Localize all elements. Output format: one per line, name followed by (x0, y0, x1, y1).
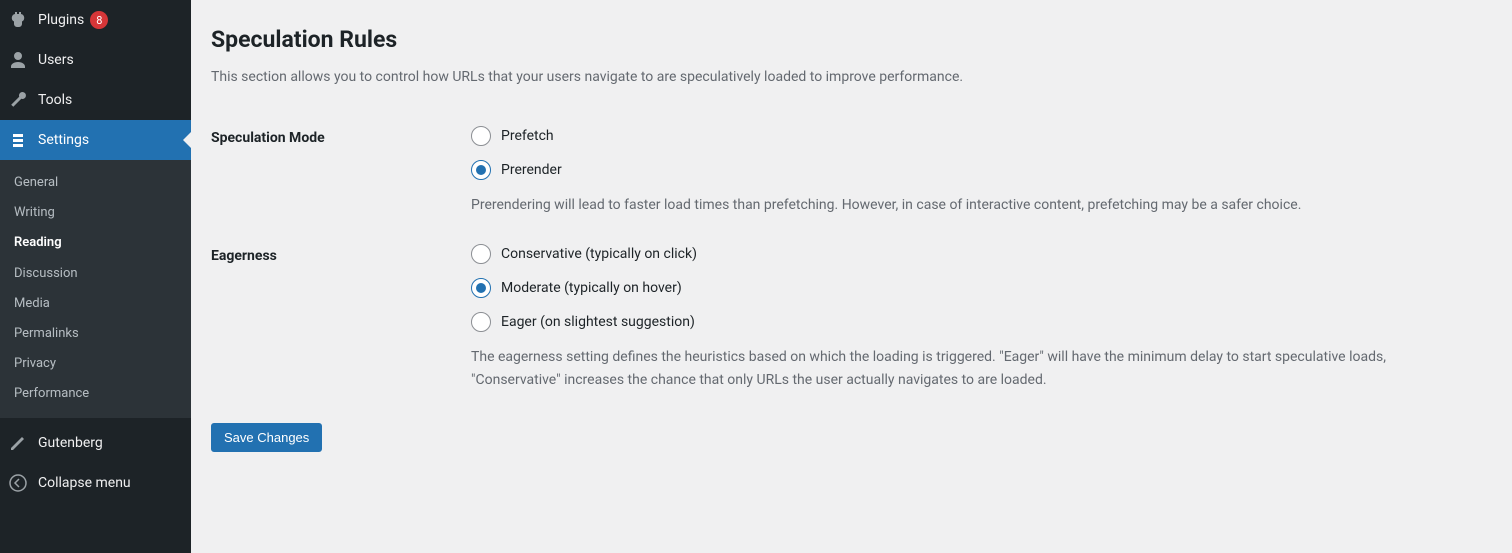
sidebar-item-settings[interactable]: Settings (0, 120, 191, 160)
radio-prerender[interactable] (471, 160, 491, 180)
sidebar-label: Tools (38, 92, 72, 108)
users-icon (8, 50, 28, 70)
settings-content: Speculation Rules This section allows yo… (191, 0, 1512, 553)
label-speculation-mode: Speculation Mode (211, 126, 471, 146)
tools-icon (8, 90, 28, 110)
radio-option-moderate[interactable]: Moderate (typically on hover) (471, 278, 1492, 298)
section-title: Speculation Rules (211, 0, 1492, 61)
submenu-media[interactable]: Media (0, 289, 191, 319)
sidebar-label: Gutenberg (38, 435, 103, 451)
radio-option-prefetch[interactable]: Prefetch (471, 126, 1492, 146)
sidebar-label: Collapse menu (38, 475, 131, 491)
radio-eager[interactable] (471, 312, 491, 332)
radio-option-conservative[interactable]: Conservative (typically on click) (471, 244, 1492, 264)
plugins-badge: 8 (90, 11, 108, 29)
radio-option-eager[interactable]: Eager (on slightest suggestion) (471, 312, 1492, 332)
sidebar-item-collapse[interactable]: Collapse menu (0, 463, 191, 503)
mode-description: Prerendering will lead to faster load ti… (471, 194, 1451, 216)
radio-prefetch[interactable] (471, 126, 491, 146)
label-eagerness: Eagerness (211, 244, 471, 264)
radio-label: Eager (on slightest suggestion) (501, 314, 695, 330)
submenu-general[interactable]: General (0, 168, 191, 198)
radio-label: Conservative (typically on click) (501, 246, 697, 262)
submenu-permalinks[interactable]: Permalinks (0, 319, 191, 349)
submenu-writing[interactable]: Writing (0, 198, 191, 228)
submenu-performance[interactable]: Performance (0, 379, 191, 409)
radio-label: Prerender (501, 162, 562, 178)
sidebar-item-gutenberg[interactable]: Gutenberg (0, 423, 191, 463)
radio-label: Prefetch (501, 128, 554, 144)
radio-moderate[interactable] (471, 278, 491, 298)
sidebar-item-users[interactable]: Users (0, 40, 191, 80)
row-eagerness: Eagerness Conservative (typically on cli… (211, 230, 1492, 405)
settings-form: Speculation Mode Prefetch Prerender Prer… (211, 112, 1492, 405)
plugin-icon (8, 10, 28, 30)
submenu-privacy[interactable]: Privacy (0, 349, 191, 379)
section-description: This section allows you to control how U… (211, 67, 1492, 88)
settings-submenu: General Writing Reading Discussion Media… (0, 160, 191, 418)
gutenberg-icon (8, 433, 28, 453)
sidebar-label: Plugins (38, 12, 84, 28)
submenu-discussion[interactable]: Discussion (0, 259, 191, 289)
radio-conservative[interactable] (471, 244, 491, 264)
radio-label: Moderate (typically on hover) (501, 280, 682, 296)
eagerness-description: The eagerness setting defines the heuris… (471, 346, 1451, 391)
sidebar-item-tools[interactable]: Tools (0, 80, 191, 120)
sidebar-label: Settings (38, 132, 89, 148)
sidebar-item-plugins[interactable]: Plugins 8 (0, 0, 191, 40)
collapse-icon (8, 473, 28, 493)
radio-option-prerender[interactable]: Prerender (471, 160, 1492, 180)
save-button[interactable]: Save Changes (211, 423, 322, 452)
submenu-reading[interactable]: Reading (0, 228, 191, 258)
settings-icon (8, 130, 28, 150)
row-speculation-mode: Speculation Mode Prefetch Prerender Prer… (211, 112, 1492, 230)
sidebar-label: Users (38, 52, 74, 68)
admin-sidebar: Plugins 8 Users Tools Settings General W… (0, 0, 191, 553)
